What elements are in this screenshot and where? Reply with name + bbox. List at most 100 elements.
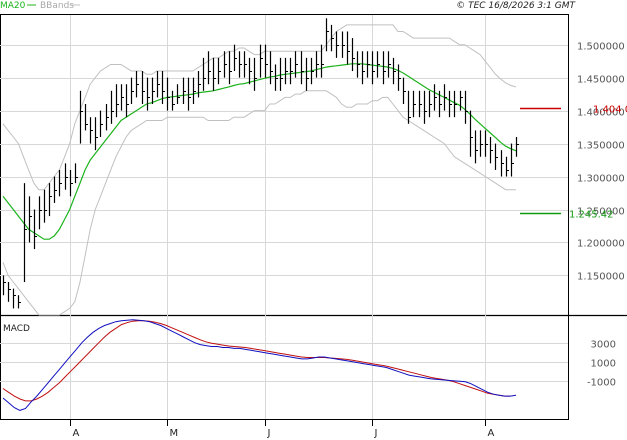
ohlc-bar bbox=[361, 51, 365, 85]
ohlc-bar bbox=[474, 130, 478, 164]
stock-chart: MA20 BBands © TEC 16/8/2026 3:1 GMT 1.15… bbox=[0, 1, 627, 439]
ma20-line bbox=[2, 63, 517, 240]
ohlc-bar bbox=[58, 169, 62, 197]
ohlc-bar bbox=[12, 288, 16, 309]
ohlc-bar bbox=[115, 84, 119, 118]
ohlc-bars bbox=[2, 18, 519, 309]
ohlc-bar bbox=[407, 90, 411, 124]
price-tick-label: 1.350000 bbox=[577, 141, 625, 152]
ohlc-bar bbox=[412, 90, 416, 118]
price-tick-label: 1.300000 bbox=[577, 174, 625, 185]
ohlc-bar bbox=[310, 57, 314, 85]
ohlc-bar bbox=[289, 57, 293, 85]
ohlc-bar bbox=[330, 24, 334, 52]
ohlc-bar bbox=[125, 84, 129, 118]
ohlc-bar bbox=[382, 51, 386, 85]
macd-tick-label: 3000 bbox=[591, 340, 616, 351]
ohlc-bar bbox=[479, 130, 483, 157]
ohlc-bar bbox=[515, 136, 519, 157]
price-tick-label: 1.150000 bbox=[577, 272, 625, 283]
x-tick-label: M bbox=[170, 428, 179, 439]
price-gridlines bbox=[0, 15, 568, 419]
ohlc-bar bbox=[23, 183, 27, 283]
x-tick-label: J bbox=[267, 428, 271, 439]
x-tick-label: A bbox=[488, 428, 495, 439]
ohlc-bar bbox=[438, 90, 442, 118]
ohlc-bar bbox=[387, 51, 391, 78]
ohlc-bar bbox=[212, 57, 216, 91]
ohlc-bar bbox=[233, 44, 237, 72]
legend-ma20: MA20 bbox=[0, 1, 26, 11]
ohlc-bar bbox=[418, 90, 422, 118]
resistance-label: 1.404 0 bbox=[593, 105, 627, 116]
ohlc-bar bbox=[48, 183, 52, 217]
ohlc-bar bbox=[423, 90, 427, 124]
macd-gridlines bbox=[0, 343, 568, 382]
price-axis-labels: 1.1500001.2000001.2500001.3000001.350000… bbox=[577, 42, 625, 283]
ohlc-bar bbox=[294, 51, 298, 78]
chart-legend: MA20 BBands © TEC 16/8/2026 3:1 GMT bbox=[0, 1, 577, 11]
ohlc-bar bbox=[448, 90, 452, 118]
ohlc-bar bbox=[376, 51, 380, 78]
ohlc-bar bbox=[94, 117, 98, 151]
ohlc-bar bbox=[484, 130, 488, 157]
ma20-polyline bbox=[2, 63, 517, 240]
ohlc-bar bbox=[146, 77, 150, 111]
ohlc-bar bbox=[464, 90, 468, 124]
ohlc-bar bbox=[238, 51, 242, 78]
ohlc-bar bbox=[248, 57, 252, 85]
ohlc-bar bbox=[176, 84, 180, 105]
support-resistance-levels: 1.404 0 1.245.42 bbox=[520, 105, 627, 221]
ohlc-bar bbox=[428, 90, 432, 118]
x-tick-label: J bbox=[374, 428, 378, 439]
macd-tick-label: -1000 bbox=[587, 378, 616, 389]
ohlc-bar bbox=[79, 90, 83, 144]
ohlc-bar bbox=[500, 150, 504, 177]
ohlc-bar bbox=[141, 71, 145, 105]
ohlc-bar bbox=[505, 156, 509, 177]
ohlc-bar bbox=[259, 44, 263, 78]
ohlc-bar bbox=[38, 196, 42, 230]
ohlc-bar bbox=[274, 64, 278, 91]
macd-axis-labels: 3000 1000 -1000 bbox=[587, 340, 616, 389]
ohlc-bar bbox=[305, 57, 309, 91]
ohlc-bar bbox=[53, 176, 57, 203]
bollinger-bands bbox=[2, 24, 517, 316]
ohlc-bar bbox=[161, 71, 165, 105]
x-axis-labels: AMJJA bbox=[70, 419, 495, 439]
legend-bbands: BBands bbox=[40, 1, 74, 11]
ohlc-bar bbox=[253, 57, 257, 91]
macd-signal-line bbox=[2, 320, 511, 402]
ohlc-bar bbox=[494, 143, 498, 170]
ohlc-bar bbox=[443, 84, 447, 111]
ohlc-bar bbox=[223, 51, 227, 78]
ohlc-bar bbox=[64, 163, 68, 190]
ohlc-bar bbox=[110, 90, 114, 124]
ohlc-bar bbox=[171, 90, 175, 111]
ohlc-bar bbox=[166, 77, 170, 111]
ohlc-bar bbox=[197, 71, 201, 98]
ohlc-bar bbox=[300, 51, 304, 85]
ohlc-bar bbox=[105, 104, 109, 131]
macd-lines bbox=[2, 319, 517, 411]
ohlc-bar bbox=[366, 51, 370, 78]
price-tick-label: 1.200000 bbox=[577, 239, 625, 250]
ohlc-bar bbox=[99, 110, 103, 137]
price-tick-label: 1.500000 bbox=[577, 42, 625, 53]
ohlc-bar bbox=[356, 51, 360, 78]
ohlc-bar bbox=[207, 51, 211, 85]
macd-line bbox=[2, 319, 517, 411]
ohlc-bar bbox=[43, 189, 47, 223]
ohlc-bar bbox=[269, 51, 273, 85]
ohlc-bar bbox=[489, 136, 493, 164]
ohlc-bar bbox=[335, 31, 339, 58]
ohlc-bar bbox=[156, 71, 160, 98]
ohlc-bar bbox=[264, 44, 268, 78]
ohlc-bar bbox=[346, 31, 350, 65]
ohlc-bar bbox=[7, 282, 11, 302]
ohlc-bar bbox=[74, 163, 78, 184]
macd-panel-title: MACD bbox=[3, 324, 30, 334]
ohlc-bar bbox=[17, 295, 21, 309]
ohlc-bar bbox=[135, 71, 139, 98]
ohlc-bar bbox=[2, 275, 6, 296]
